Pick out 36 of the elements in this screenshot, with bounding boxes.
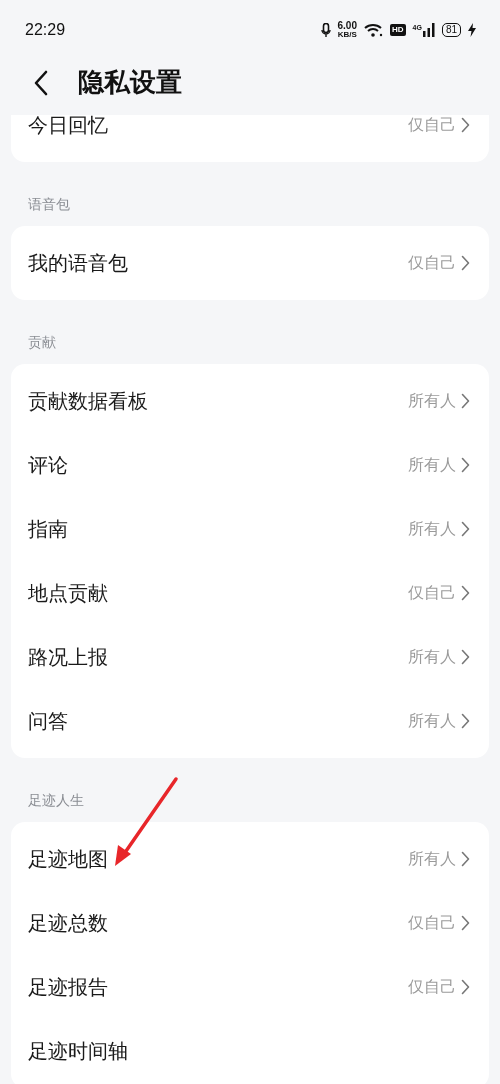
chevron-right-icon [461, 393, 470, 409]
setting-label[interactable]: 足迹时间轴 [28, 1037, 128, 1065]
hd-badge: HD [389, 24, 406, 36]
wifi-icon [363, 23, 383, 37]
chevron-right-icon [461, 713, 470, 729]
page-title: 隐私设置 [78, 66, 182, 99]
chevron-right-icon [461, 521, 470, 537]
chevron-right-icon [461, 915, 470, 931]
clock: 22:29 [25, 21, 66, 39]
chevron-right-icon [461, 255, 470, 271]
chevron-right-icon [461, 457, 470, 473]
charging-icon [468, 23, 476, 37]
setting-label[interactable]: 地点贡献 [28, 579, 108, 607]
microphone-icon [320, 22, 331, 38]
setting-label[interactable]: 我的语音包 [28, 249, 128, 277]
speed-unit: KB/S [337, 31, 357, 39]
setting-label[interactable]: 问答 [28, 707, 68, 735]
chevron-right-icon [461, 117, 470, 133]
setting-label[interactable]: 指南 [28, 515, 68, 543]
setting-label[interactable]: 足迹报告 [28, 973, 108, 1001]
setting-label[interactable]: 今日回忆 [28, 115, 108, 139]
setting-label[interactable]: 贡献数据看板 [28, 387, 148, 415]
setting-label[interactable]: 路况上报 [28, 643, 108, 671]
section-heading: 语音包 [27, 195, 71, 214]
setting-label[interactable]: 评论 [28, 451, 68, 479]
signal-icon [422, 23, 435, 37]
battery-level: 81 [441, 23, 461, 37]
chevron-right-icon [461, 649, 470, 665]
chevron-right-icon [461, 851, 470, 867]
chevron-right-icon [461, 585, 470, 601]
network-speed: 6.00 [337, 21, 357, 31]
setting-label[interactable]: 足迹总数 [28, 909, 108, 937]
section-heading: 贡献 [27, 333, 57, 352]
section-heading: 足迹人生 [27, 791, 85, 810]
setting-label[interactable]: 足迹地图 [28, 845, 108, 873]
chevron-right-icon [461, 979, 470, 995]
